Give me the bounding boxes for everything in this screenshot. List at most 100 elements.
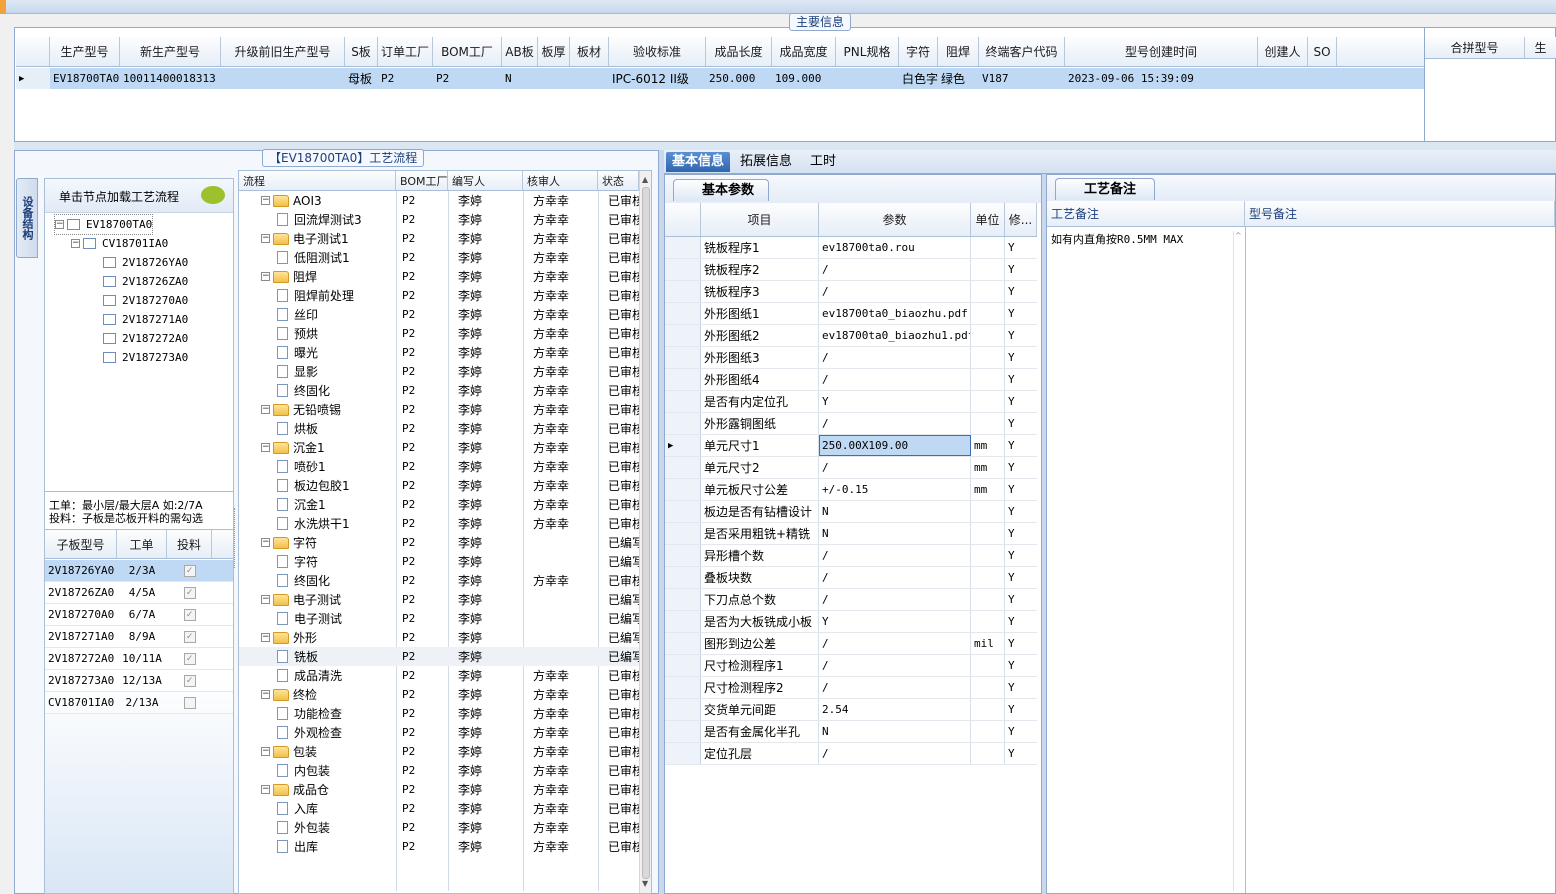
main-info-row[interactable]: ▶ EV18700TA0 10011400018313 母板 P2 P2 N IPC-6012… — [16, 68, 1424, 89]
param-row[interactable]: 异形槽个数 / Y — [665, 545, 1037, 567]
scroll-up-icon[interactable]: ▲ — [642, 175, 648, 184]
process-expander-icon[interactable]: − — [261, 595, 270, 604]
detail-tab-1[interactable]: 拓展信息 — [734, 152, 798, 172]
param-col-3[interactable]: 修... — [1005, 203, 1037, 236]
param-value[interactable]: N — [819, 501, 971, 522]
process-row[interactable]: − 字符 P2 李婷 已编写 — [239, 533, 639, 552]
main-cell-11[interactable]: 109.000 — [772, 68, 836, 89]
param-value[interactable]: / — [819, 567, 971, 588]
process-row[interactable]: 丝印 P2 李婷 方幸幸 已审核 — [239, 305, 639, 324]
param-row[interactable]: 外形图纸1 ev18700ta0_biaozhu.pdf Y — [665, 303, 1037, 325]
process-row[interactable]: 终固化 P2 李婷 方幸幸 已审核 — [239, 381, 639, 400]
param-row[interactable]: 是否为大板铣成小板 Y Y — [665, 611, 1037, 633]
sub-row[interactable]: CV18701IA0 2/13A — [45, 692, 233, 714]
chat-bubble-icon[interactable] — [201, 186, 225, 204]
param-value[interactable]: N — [819, 721, 971, 742]
param-value[interactable]: / — [819, 413, 971, 434]
process-row[interactable]: 字符 P2 李婷 已编写 — [239, 552, 639, 571]
detail-tab-0[interactable]: 基本信息 — [666, 152, 731, 172]
process-row[interactable]: 沉金1 P2 李婷 方幸幸 已审核 — [239, 495, 639, 514]
process-row[interactable]: 喷砂1 P2 李婷 方幸幸 已审核 — [239, 457, 639, 476]
main-cell-12[interactable] — [836, 68, 899, 89]
main-cell-2[interactable] — [221, 68, 345, 89]
process-note-text[interactable]: 如有内直角按R0.5MM MAX — [1051, 231, 1183, 247]
param-row[interactable]: 外形露铜图纸 / Y — [665, 413, 1037, 435]
basic-params-tab[interactable]: 基本参数 — [673, 179, 770, 201]
param-value[interactable]: / — [819, 457, 971, 478]
process-expander-icon[interactable]: − — [261, 785, 270, 794]
tree-leaf-2[interactable]: 2V187270A0 — [103, 291, 188, 310]
param-value[interactable]: / — [819, 281, 971, 302]
main-cell-0[interactable]: EV18700TA0 — [50, 68, 120, 89]
process-grid-scroll-thumb[interactable] — [642, 187, 650, 879]
tree-root-expander-icon[interactable]: − — [55, 220, 64, 229]
param-row[interactable]: 尺寸检测程序1/ Y — [665, 655, 1037, 677]
main-cell-6[interactable]: N — [502, 68, 538, 89]
param-row[interactable]: ▶ 单元尺寸1 250.00X109.00 mm Y — [665, 435, 1037, 457]
param-value[interactable]: / — [819, 545, 971, 566]
feed-checkbox[interactable]: ✓ — [183, 608, 196, 621]
process-row[interactable]: − 电子测试1 P2 李婷 方幸幸 已审核 — [239, 229, 639, 248]
sub-row[interactable]: 2V18726YA0 2/3A ✓ — [45, 560, 233, 582]
process-notes-tab[interactable]: 工艺备注 — [1055, 178, 1155, 200]
process-row[interactable]: − 阻焊 P2 李婷 方幸幸 已审核 — [239, 267, 639, 286]
process-row[interactable]: − 外形 P2 李婷 已编写 — [239, 628, 639, 647]
sub-row[interactable]: 2V187272A0 10/11A ✓ — [45, 648, 233, 670]
note-scroll-up-icon[interactable]: ^ — [1233, 231, 1243, 891]
feed-checkbox[interactable]: ✓ — [183, 630, 196, 643]
tree-leaf-1[interactable]: 2V18726ZA0 — [103, 272, 188, 291]
process-row[interactable]: 入库 P2 李婷 方幸幸 已审核 — [239, 799, 639, 818]
param-row[interactable]: 交货单元间距 2.54 Y — [665, 699, 1037, 721]
process-row[interactable]: 外观检查 P2 李婷 方幸幸 已审核 — [239, 723, 639, 742]
param-row[interactable]: 板边是否有钻槽设计 N Y — [665, 501, 1037, 523]
param-value[interactable]: 250.00X109.00 — [819, 435, 971, 456]
param-value[interactable]: / — [819, 259, 971, 280]
process-row[interactable]: 烘板 P2 李婷 方幸幸 已审核 — [239, 419, 639, 438]
param-value[interactable]: N — [819, 523, 971, 544]
tree-child[interactable]: − CV18701IA0 — [71, 234, 168, 253]
main-cell-18[interactable] — [1308, 68, 1337, 89]
main-cell-7[interactable] — [538, 68, 570, 89]
horizontal-splitter[interactable] — [14, 142, 1556, 150]
param-row[interactable]: 定位孔层 / Y — [665, 743, 1037, 765]
param-value[interactable]: ev18700ta0.rou — [819, 237, 971, 258]
main-col-4[interactable]: 订单工厂 — [378, 37, 433, 66]
process-row[interactable]: − 电子测试 P2 李婷 已编写 — [239, 590, 639, 609]
param-row[interactable]: 单元板尺寸公差 +/-0.15 mm Y — [665, 479, 1037, 501]
main-col-9[interactable]: 验收标准 — [609, 37, 706, 66]
main-col-11[interactable]: 成品宽度 — [772, 37, 836, 66]
feed-checkbox[interactable]: ✓ — [183, 652, 196, 665]
main-cell-13[interactable]: 白色字符 — [899, 68, 938, 89]
param-value[interactable]: Y — [819, 391, 971, 412]
proc-col-0[interactable]: 流程 — [239, 171, 396, 190]
main-cell-8[interactable] — [570, 68, 609, 89]
main-col-16[interactable]: 型号创建时间 — [1065, 37, 1258, 66]
process-row[interactable]: 曝光 P2 李婷 方幸幸 已审核 — [239, 343, 639, 362]
scroll-down-icon[interactable]: ▼ — [642, 879, 648, 888]
feed-checkbox[interactable] — [183, 696, 196, 709]
proc-col-2[interactable]: 编写人 — [448, 171, 523, 190]
process-row[interactable]: − AOI3 P2 李婷 方幸幸 已审核 — [239, 191, 639, 210]
param-row[interactable]: 外形图纸2 ev18700ta0_biaozhu1.pdf Y — [665, 325, 1037, 347]
main-cell-5[interactable]: P2 — [433, 68, 502, 89]
main-col-7[interactable]: 板厚 — [538, 37, 570, 66]
param-row[interactable]: 叠板块数 / Y — [665, 567, 1037, 589]
process-row[interactable]: 成品清洗 P2 李婷 方幸幸 已审核 — [239, 666, 639, 685]
param-row[interactable]: 铣板程序3/ Y — [665, 281, 1037, 303]
param-value[interactable]: ev18700ta0_biaozhu.pdf — [819, 303, 971, 324]
process-expander-icon[interactable]: − — [261, 234, 270, 243]
param-value[interactable]: / — [819, 677, 971, 698]
param-col-2[interactable]: 单位 — [971, 203, 1005, 236]
process-row[interactable]: 电子测试 P2 李婷 已编写 — [239, 609, 639, 628]
param-row[interactable]: 尺寸检测程序2/ Y — [665, 677, 1037, 699]
param-row[interactable]: 下刀点总个数 / Y — [665, 589, 1037, 611]
feed-checkbox[interactable]: ✓ — [183, 586, 196, 599]
tree-leaf-5[interactable]: 2V187273A0 — [103, 348, 188, 367]
sub-row[interactable]: 2V187271A0 8/9A ✓ — [45, 626, 233, 648]
process-row[interactable]: 低阻测试1 P2 李婷 方幸幸 已审核 — [239, 248, 639, 267]
main-cell-17[interactable] — [1258, 68, 1308, 89]
main-col-17[interactable]: 创建人 — [1258, 37, 1308, 66]
tree-child-expander-icon[interactable]: − — [71, 239, 80, 248]
param-value[interactable]: / — [819, 743, 971, 764]
param-value[interactable]: / — [819, 369, 971, 390]
